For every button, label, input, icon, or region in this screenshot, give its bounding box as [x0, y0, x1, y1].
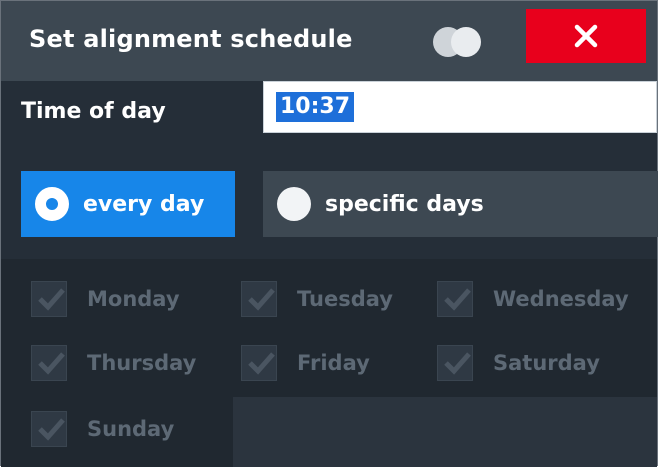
- day-label: Thursday: [87, 351, 197, 375]
- time-of-day-input[interactable]: 10:37: [263, 81, 657, 133]
- checkbox-checked-icon: [31, 281, 67, 317]
- checkbox-checked-icon: [437, 281, 473, 317]
- radio-unselected-icon: [277, 187, 311, 221]
- day-saturday[interactable]: Saturday: [437, 333, 600, 393]
- day-thursday[interactable]: Thursday: [31, 333, 196, 393]
- day-label: Monday: [87, 287, 180, 311]
- checkbox-checked-icon: [241, 281, 277, 317]
- time-of-day-value: 10:37: [276, 92, 355, 122]
- radio-selected-icon: [35, 187, 69, 221]
- time-row: Time of day 10:37: [1, 81, 657, 145]
- day-label: Wednesday: [493, 287, 629, 311]
- alignment-schedule-dialog: Set alignment schedule Time of day 10:37…: [0, 0, 658, 467]
- specific-days-label: specific days: [325, 191, 484, 217]
- every-day-option[interactable]: every day: [21, 171, 235, 237]
- schedule-mode-group: every day specific days: [1, 167, 658, 239]
- toggle-icon[interactable]: [433, 27, 483, 59]
- checkbox-checked-icon: [437, 345, 473, 381]
- checkbox-checked-icon: [31, 411, 67, 447]
- time-of-day-label: Time of day: [21, 99, 166, 124]
- close-button[interactable]: [526, 9, 646, 63]
- day-label: Tuesday: [297, 287, 393, 311]
- day-monday[interactable]: Monday: [31, 269, 180, 329]
- close-icon: [574, 24, 598, 48]
- day-tuesday[interactable]: Tuesday: [241, 269, 393, 329]
- dialog-title: Set alignment schedule: [29, 25, 353, 53]
- empty-grid-cell: [233, 397, 657, 467]
- checkbox-checked-icon: [31, 345, 67, 381]
- checkbox-checked-icon: [241, 345, 277, 381]
- every-day-label: every day: [83, 191, 205, 217]
- specific-days-option[interactable]: specific days: [263, 171, 658, 237]
- day-label: Friday: [297, 351, 370, 375]
- weekday-checkbox-grid: Monday Tuesday Wednesday Thursday Friday…: [1, 259, 657, 467]
- title-bar: Set alignment schedule: [1, 1, 657, 81]
- day-friday[interactable]: Friday: [241, 333, 370, 393]
- day-wednesday[interactable]: Wednesday: [437, 269, 629, 329]
- day-label: Sunday: [87, 417, 175, 441]
- day-sunday[interactable]: Sunday: [31, 399, 174, 459]
- day-label: Saturday: [493, 351, 600, 375]
